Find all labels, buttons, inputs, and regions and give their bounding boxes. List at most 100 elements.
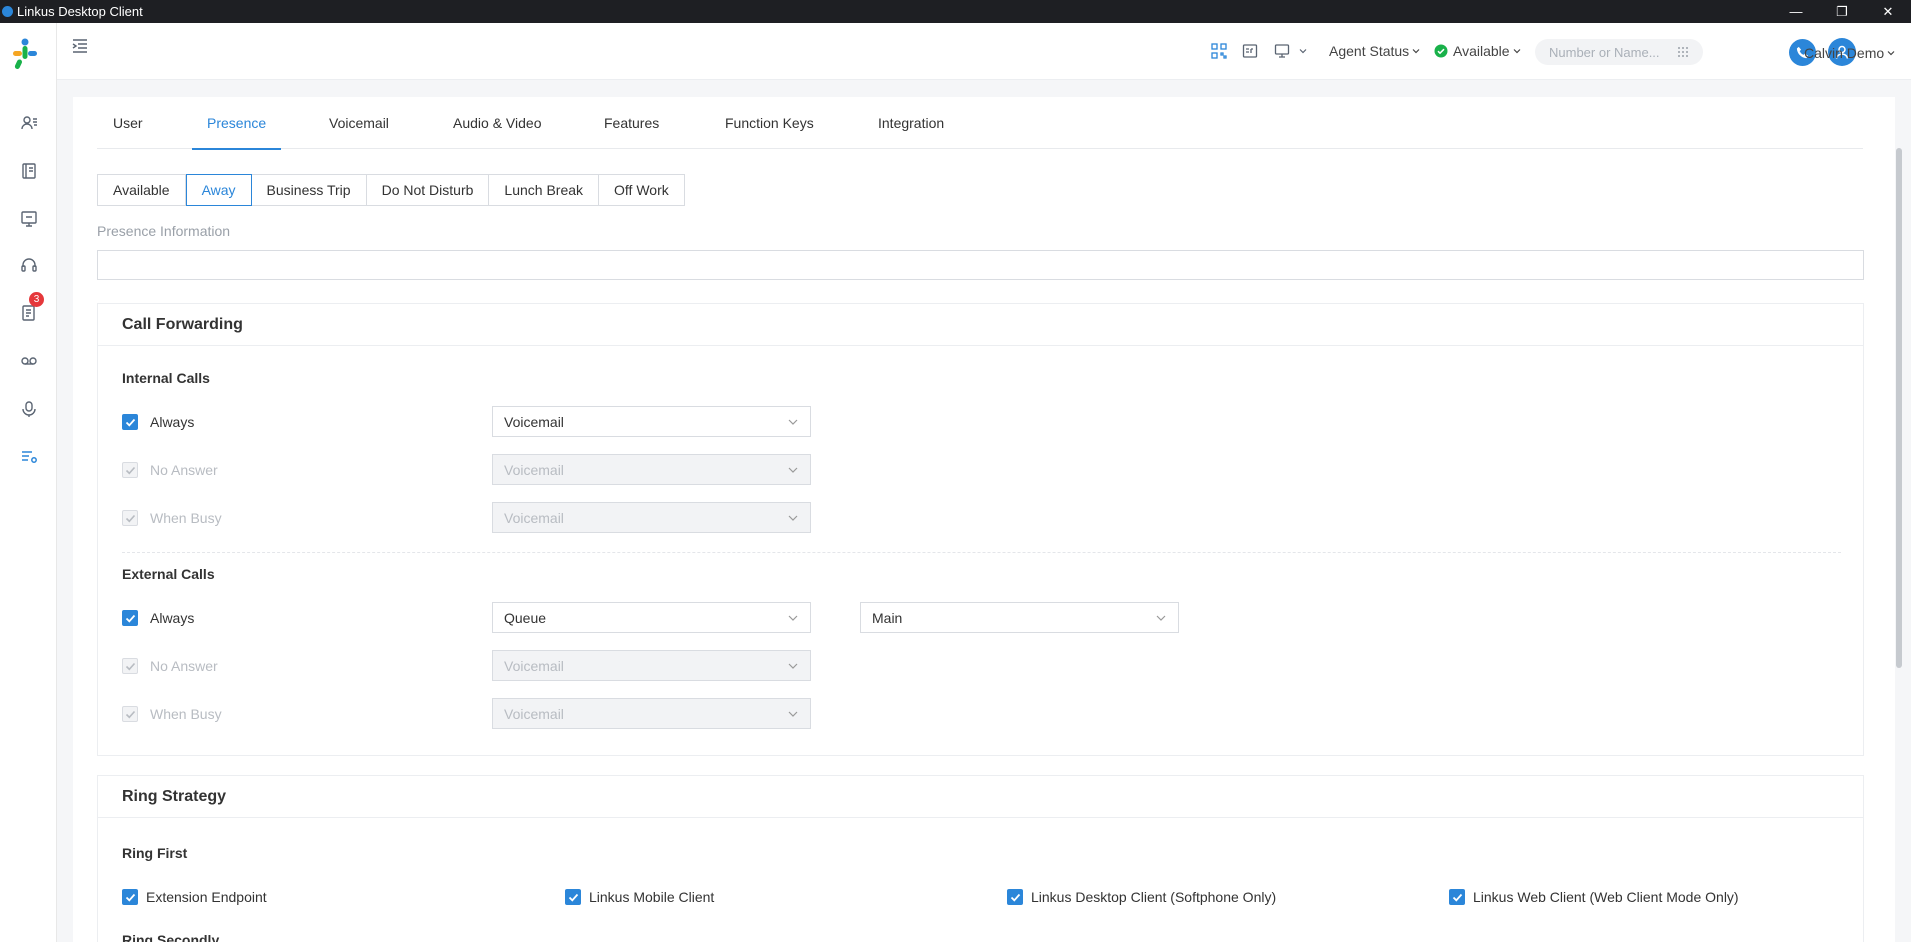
sidebar-item-contacts[interactable]	[0, 108, 57, 138]
select-value: Main	[872, 609, 903, 626]
presence-status-dropdown[interactable]: Available	[1434, 39, 1522, 63]
external-always-queue-select[interactable]: Main	[860, 602, 1179, 633]
select-value: Queue	[504, 609, 547, 626]
checkbox-checked-disabled-icon	[122, 658, 138, 674]
checkbox-label: Extension Endpoint	[146, 889, 267, 905]
tab-user[interactable]: User	[113, 97, 143, 149]
settings-list-icon	[21, 451, 37, 463]
external-when-busy-checkbox[interactable]: When Busy	[122, 705, 222, 723]
sidebar-item-call-log[interactable]: 3	[0, 292, 57, 328]
title-bar: Linkus Desktop Client — ❐ ✕	[0, 0, 1911, 23]
select-value: Voicemail	[504, 413, 564, 430]
sidebar-item-preferences[interactable]	[0, 442, 57, 472]
presence-business-trip-button[interactable]: Business Trip	[251, 174, 367, 206]
presence-off-work-button[interactable]: Off Work	[599, 174, 685, 206]
ring-first-linkus-mobile-checkbox[interactable]: Linkus Mobile Client	[565, 888, 714, 906]
presence-information-input[interactable]	[97, 250, 1864, 280]
external-no-answer-select[interactable]: Voicemail	[492, 650, 811, 681]
search-input[interactable]	[1549, 44, 1677, 60]
external-no-answer-checkbox[interactable]: No Answer	[122, 657, 218, 675]
agent-status-dropdown[interactable]: Agent Status	[1329, 39, 1421, 63]
fax-icon[interactable]	[1240, 41, 1260, 61]
sidebar-item-voicemail[interactable]	[0, 346, 57, 376]
ring-strategy-card: Ring Strategy Ring First Extension Endpo…	[97, 775, 1864, 942]
call-forwarding-title: Call Forwarding	[98, 304, 1863, 346]
chevron-down-icon	[1412, 49, 1420, 54]
chevron-down-icon	[788, 711, 798, 717]
ring-first-heading: Ring First	[122, 845, 188, 861]
dialpad-icon[interactable]	[1677, 46, 1689, 58]
tab-features[interactable]: Features	[604, 97, 659, 149]
restore-button[interactable]: ❐	[1819, 0, 1865, 23]
section-divider	[122, 552, 1841, 553]
checkbox-label: Always	[150, 610, 195, 626]
linkus-logo	[13, 38, 37, 69]
presence-away-button[interactable]: Away	[185, 174, 252, 206]
tab-integration[interactable]: Integration	[878, 97, 944, 149]
select-value: Voicemail	[504, 657, 564, 674]
sidebar-item-meeting[interactable]	[0, 204, 57, 234]
external-always-select[interactable]: Queue	[492, 602, 811, 633]
chevron-down-icon	[788, 663, 798, 669]
checkbox-label: No Answer	[150, 462, 218, 478]
internal-when-busy-select[interactable]: Voicemail	[492, 502, 811, 533]
checkbox-checked-icon	[1449, 889, 1465, 905]
call-log-badge: 3	[29, 292, 44, 307]
ring-first-linkus-desktop-checkbox[interactable]: Linkus Desktop Client (Softphone Only)	[1007, 888, 1276, 906]
ring-secondly-heading: Ring Secondly	[122, 932, 220, 942]
ring-strategy-title: Ring Strategy	[98, 776, 1863, 818]
internal-calls-heading: Internal Calls	[122, 370, 210, 386]
window-title: Linkus Desktop Client	[17, 4, 143, 19]
presence-state-selector: Available Away Business Trip Do Not Dist…	[97, 174, 685, 206]
headset-icon	[20, 258, 37, 272]
chevron-down-icon	[788, 515, 798, 521]
external-always-checkbox[interactable]: Always	[122, 609, 194, 627]
number-search-box[interactable]	[1535, 39, 1703, 65]
minimize-button[interactable]: —	[1773, 0, 1819, 23]
chevron-down-icon	[1887, 51, 1895, 56]
ring-first-extension-endpoint-checkbox[interactable]: Extension Endpoint	[122, 888, 267, 906]
close-button[interactable]: ✕	[1865, 0, 1911, 23]
sidebar-item-phonebook[interactable]	[0, 156, 57, 186]
checkbox-checked-disabled-icon	[122, 462, 138, 478]
select-value: Voicemail	[504, 509, 564, 526]
presence-available-button[interactable]: Available	[97, 174, 186, 206]
user-name: Calvin Demo	[1804, 45, 1885, 61]
external-when-busy-select[interactable]: Voicemail	[492, 698, 811, 729]
sidebar-item-call-center[interactable]	[0, 250, 57, 280]
voicemail-icon	[20, 357, 37, 365]
internal-no-answer-select[interactable]: Voicemail	[492, 454, 811, 485]
tab-audio-video[interactable]: Audio & Video	[453, 97, 541, 149]
checkbox-checked-icon	[565, 889, 581, 905]
internal-always-checkbox[interactable]: Always	[122, 413, 194, 431]
ring-first-linkus-web-checkbox[interactable]: Linkus Web Client (Web Client Mode Only)	[1449, 888, 1739, 906]
checkbox-label: When Busy	[150, 510, 222, 526]
chevron-down-icon	[1156, 615, 1166, 621]
tab-presence[interactable]: Presence	[191, 97, 282, 150]
user-menu-dropdown[interactable]: Calvin Demo	[1804, 41, 1896, 65]
internal-no-answer-checkbox[interactable]: No Answer	[122, 461, 218, 479]
agent-status-label: Agent Status	[1329, 43, 1410, 59]
call-forwarding-card: Call Forwarding Internal Calls Always Vo…	[97, 303, 1864, 756]
internal-always-select[interactable]: Voicemail	[492, 406, 811, 437]
monitor-icon[interactable]	[1272, 41, 1292, 61]
select-value: Voicemail	[504, 705, 564, 722]
tab-voicemail[interactable]: Voicemail	[329, 97, 389, 149]
checkbox-label: When Busy	[150, 706, 222, 722]
presence-lunch-break-button[interactable]: Lunch Break	[489, 174, 600, 206]
tab-function-keys[interactable]: Function Keys	[725, 97, 814, 149]
contacts-icon	[20, 116, 37, 130]
vertical-scrollbar[interactable]	[1896, 148, 1902, 668]
menu-toggle-icon[interactable]	[71, 37, 89, 55]
chevron-down-icon	[788, 419, 798, 425]
conference-icon	[20, 211, 37, 227]
qr-code-icon[interactable]	[1209, 41, 1229, 61]
monitor-dropdown-chevron-icon[interactable]	[1293, 41, 1313, 61]
checkbox-label: Linkus Mobile Client	[589, 889, 715, 905]
presence-do-not-disturb-button[interactable]: Do Not Disturb	[366, 174, 490, 206]
phonebook-icon	[21, 163, 36, 179]
app-icon	[2, 6, 13, 17]
internal-when-busy-checkbox[interactable]: When Busy	[122, 509, 222, 527]
checkbox-checked-icon	[122, 889, 138, 905]
sidebar-item-recording[interactable]	[0, 394, 57, 424]
